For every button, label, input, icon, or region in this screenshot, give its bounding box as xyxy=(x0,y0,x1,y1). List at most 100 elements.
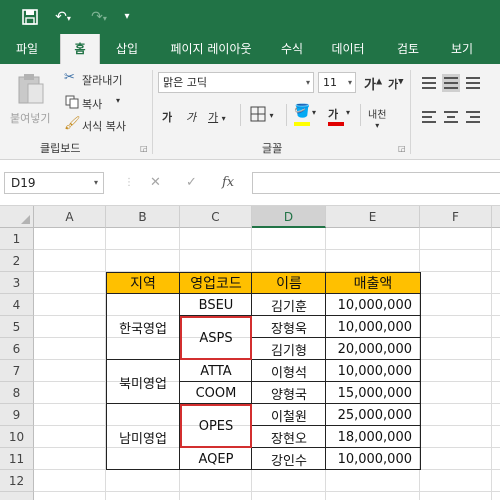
phonetic-button[interactable]: 내천 ▾ xyxy=(368,106,386,130)
cut-label: 잘라내기 xyxy=(82,74,123,87)
customize-qat-icon[interactable]: ▾ xyxy=(118,0,136,34)
align-bottom-icon[interactable] xyxy=(464,74,482,92)
name-cell[interactable]: 김기형 xyxy=(252,338,326,360)
align-left-icon[interactable] xyxy=(420,108,438,126)
format-painter-button[interactable]: 🖌 서식 복사 xyxy=(64,116,150,134)
column-header-c[interactable]: C xyxy=(180,206,252,228)
name-cell[interactable]: 이형석 xyxy=(252,360,326,382)
column-header-g[interactable] xyxy=(492,206,500,228)
paste-button[interactable]: 붙여넣기 xyxy=(6,70,56,136)
name-box[interactable]: D19 ▾ xyxy=(4,172,104,194)
region-cell[interactable]: 북미영업 xyxy=(106,360,180,404)
grow-font-button[interactable]: 가▲ xyxy=(364,74,382,93)
row-header-10[interactable]: 10 xyxy=(0,426,34,448)
header-cell-region[interactable]: 지역 xyxy=(106,272,180,294)
italic-button[interactable]: 가 xyxy=(186,109,196,125)
borders-button[interactable]: ▾ xyxy=(250,106,274,125)
sales-cell[interactable]: 25,000,000 xyxy=(326,404,420,426)
align-center-icon[interactable] xyxy=(442,108,460,126)
chevron-down-icon[interactable]: ▾ xyxy=(116,96,120,105)
tab-data[interactable]: 데이터 xyxy=(322,34,374,64)
tab-formulas[interactable]: 수식 xyxy=(270,34,314,64)
cancel-icon[interactable]: ✕ xyxy=(150,172,161,194)
sales-cell[interactable]: 10,000,000 xyxy=(326,294,420,316)
row-header-3[interactable]: 3 xyxy=(0,272,34,294)
select-all-button[interactable] xyxy=(0,206,34,228)
tab-file[interactable]: 파일 xyxy=(4,34,50,64)
copy-icon xyxy=(65,95,79,109)
region-cell[interactable]: 남미영업 xyxy=(106,404,180,470)
region-cell[interactable]: 한국영업 xyxy=(106,294,180,360)
copy-button[interactable]: 복사 ▾ xyxy=(64,94,150,112)
ribbon-home: 붙여넣기 ✂ 잘라내기 복사 ▾ 🖌 서식 복사 클립보드 ◲ 맑은 고딕 ▾ … xyxy=(0,64,500,160)
save-icon[interactable] xyxy=(18,0,42,38)
code-cell[interactable]: COOM xyxy=(180,382,252,404)
tab-page-layout[interactable]: 페이지 레이아웃 xyxy=(156,34,266,64)
table-border xyxy=(252,337,421,338)
row-header-5[interactable]: 5 xyxy=(0,316,34,338)
cut-button[interactable]: ✂ 잘라내기 xyxy=(64,70,150,88)
clipboard-launcher-icon[interactable]: ◲ xyxy=(140,144,148,153)
font-color-button[interactable]: 가 ▾ xyxy=(328,106,350,126)
name-cell[interactable]: 장형욱 xyxy=(252,316,326,338)
name-cell[interactable]: 강인수 xyxy=(252,448,326,470)
align-top-icon[interactable] xyxy=(420,74,438,92)
enter-icon[interactable]: ✓ xyxy=(186,172,197,194)
row-header-12[interactable]: 12 xyxy=(0,470,34,492)
gridline xyxy=(34,491,500,492)
name-cell[interactable]: 김기훈 xyxy=(252,294,326,316)
underline-button[interactable]: 가 ▾ xyxy=(208,109,226,125)
sales-cell[interactable]: 15,000,000 xyxy=(326,382,420,404)
sales-cell[interactable]: 10,000,000 xyxy=(326,448,420,470)
row-header-11[interactable]: 11 xyxy=(0,448,34,470)
row-header-8[interactable]: 8 xyxy=(0,382,34,404)
redo-icon[interactable]: ↷▾ xyxy=(84,0,114,36)
name-cell[interactable]: 양형국 xyxy=(252,382,326,404)
column-header-e[interactable]: E xyxy=(326,206,420,228)
header-cell-sales[interactable]: 매출액 xyxy=(326,272,420,294)
row-header-6[interactable]: 6 xyxy=(0,338,34,360)
row-header-7[interactable]: 7 xyxy=(0,360,34,382)
bold-button[interactable]: 가 xyxy=(162,109,172,125)
sales-cell[interactable]: 20,000,000 xyxy=(326,338,420,360)
tab-view[interactable]: 보기 xyxy=(440,34,484,64)
header-cell-code[interactable]: 영업코드 xyxy=(180,272,252,294)
font-size-select[interactable]: 11 ▾ xyxy=(318,72,356,93)
table-border xyxy=(106,293,421,294)
formula-bar: D19 ▾ ⋮ ✕ ✓ fx xyxy=(0,160,500,206)
code-cell[interactable]: AQEP xyxy=(180,448,252,470)
sales-cell[interactable]: 18,000,000 xyxy=(326,426,420,448)
align-right-icon[interactable] xyxy=(464,108,482,126)
code-cell[interactable]: BSEU xyxy=(180,294,252,316)
sales-cell[interactable]: 10,000,000 xyxy=(326,360,420,382)
font-name-select[interactable]: 맑은 고딕 ▾ xyxy=(158,72,314,93)
tab-review[interactable]: 검토 xyxy=(384,34,432,64)
row-header-2[interactable]: 2 xyxy=(0,250,34,272)
column-header-f[interactable]: F xyxy=(420,206,492,228)
column-header-a[interactable]: A xyxy=(34,206,106,228)
row-header-13[interactable] xyxy=(0,492,34,500)
column-header-d[interactable]: D xyxy=(252,206,326,228)
insert-function-icon[interactable]: fx xyxy=(222,172,234,194)
header-cell-name[interactable]: 이름 xyxy=(252,272,326,294)
column-header-b[interactable]: B xyxy=(106,206,180,228)
tab-home[interactable]: 홈 xyxy=(60,34,100,64)
tab-insert[interactable]: 삽입 xyxy=(104,34,150,64)
row-header-1[interactable]: 1 xyxy=(0,228,34,250)
code-cell[interactable]: ATTA xyxy=(180,360,252,382)
highlight-box-asps xyxy=(180,316,252,360)
formula-input[interactable] xyxy=(252,172,500,194)
sales-cell[interactable]: 10,000,000 xyxy=(326,316,420,338)
worksheet-grid[interactable]: A B C D E F 1 2 3 4 5 6 7 8 9 10 11 12 지… xyxy=(0,206,500,500)
row-header-9[interactable]: 9 xyxy=(0,404,34,426)
divider xyxy=(152,70,153,154)
undo-icon[interactable]: ↶▾ xyxy=(48,0,78,36)
fill-color-button[interactable]: 🪣 ▾ xyxy=(294,104,316,126)
borders-icon xyxy=(250,106,266,122)
row-header-4[interactable]: 4 xyxy=(0,294,34,316)
name-cell[interactable]: 장현오 xyxy=(252,426,326,448)
shrink-font-button[interactable]: 가▼ xyxy=(388,76,404,92)
align-middle-icon[interactable] xyxy=(442,74,460,92)
font-launcher-icon[interactable]: ◲ xyxy=(398,144,406,153)
name-cell[interactable]: 이철원 xyxy=(252,404,326,426)
